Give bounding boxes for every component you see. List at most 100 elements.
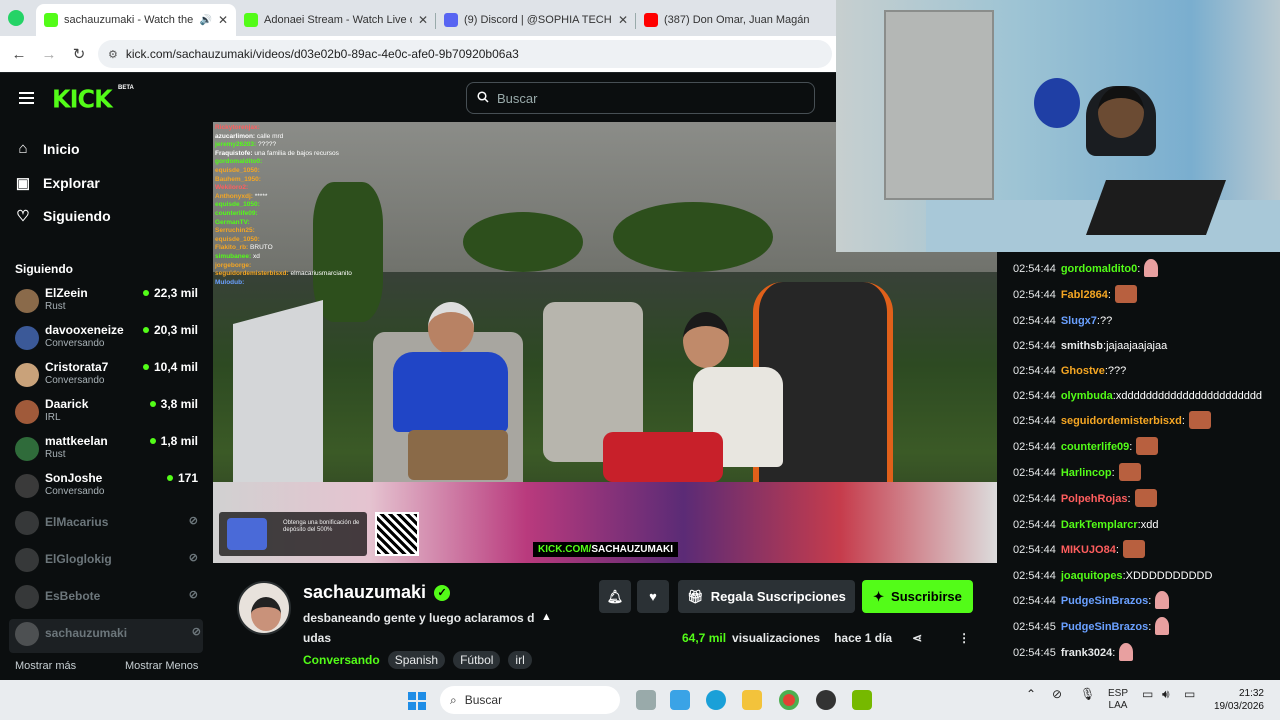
sidebar-channel-elzeein[interactable]: ElZeein Rust 22,3 mil	[15, 286, 200, 320]
video-person-left	[383, 302, 513, 482]
chrome-icon[interactable]	[779, 690, 799, 710]
chat-username[interactable]: Fabl2864	[1061, 288, 1108, 302]
taskbar-search[interactable]: ⌕ Buscar	[440, 686, 620, 714]
channel-name: Daarick	[45, 397, 89, 411]
steam-icon[interactable]	[816, 690, 836, 710]
sidebar-channel-davooxeneize[interactable]: davooxeneize Conversando 20,3 mil	[15, 323, 200, 357]
chat-username[interactable]: frank3024	[1061, 646, 1112, 660]
file-explorer-icon[interactable]	[742, 690, 762, 710]
task-view-icon[interactable]	[636, 690, 656, 710]
sidebar-channel-esbebote[interactable]: EsBebote ⊘	[15, 582, 200, 616]
tab-label: (9) Discord | @SOPHIA TECH P	[464, 14, 612, 26]
tag-chip[interactable]: Fútbol	[453, 651, 501, 669]
tag-chip[interactable]: irl	[508, 651, 532, 669]
sidebar-item-inicio[interactable]: ⌂ Inicio	[15, 140, 79, 157]
overlay-chat-line: Rickytorenjax:	[215, 124, 260, 131]
system-clock[interactable]: 21:32 19/03/2026	[1210, 687, 1264, 713]
chat-username[interactable]: PolpehRojas	[1061, 492, 1128, 506]
channel-category: Conversando	[45, 486, 105, 497]
chat-username[interactable]: seguidordemisterbisxd	[1061, 414, 1182, 428]
chat-timestamp: 02:54:44	[1013, 340, 1056, 352]
chat-message: 02:54:44 PudgeSinBrazos:	[1013, 591, 1268, 609]
streamer-name[interactable]: sachauzumaki ✓	[303, 582, 451, 603]
chat-username[interactable]: olymbuda	[1061, 389, 1113, 403]
app-icon[interactable]	[670, 690, 690, 710]
subscribe-button[interactable]: ✦ Suscribirse	[862, 580, 973, 613]
sidebar-channel-sachauzumaki[interactable]: sachauzumaki ⊘	[9, 619, 203, 653]
chat-panel: 02:54:44 gordomaldito0: 02:54:44 Fabl2864:…	[997, 252, 1280, 680]
wifi-icon[interactable]: ▭	[1142, 688, 1153, 700]
channel-category: Conversando	[45, 338, 105, 349]
reload-icon[interactable]: ↻	[68, 45, 90, 63]
speaker-icon[interactable]: 🔊	[199, 15, 211, 26]
chat-username[interactable]: Harlincop	[1061, 466, 1112, 480]
category-link[interactable]: Conversando	[303, 653, 380, 667]
chevron-up-icon[interactable]: ⌃	[1026, 688, 1036, 700]
nvidia-icon[interactable]	[852, 690, 872, 710]
microphone-icon[interactable]: 🎙︎	[1080, 688, 1095, 700]
chat-username[interactable]: PudgeSinBrazos	[1061, 594, 1148, 608]
promo-text: Obtenga una bonificación de depósito del…	[283, 520, 360, 533]
sidebar-item-label: Siguiendo	[43, 208, 111, 224]
sidebar-channel-sonjoshe[interactable]: SonJoshe Conversando 171	[15, 471, 200, 505]
tab-sachauzumaki[interactable]: sachauzumaki - Watch the V 🔊 ✕	[36, 4, 236, 36]
youtube-favicon-icon	[644, 13, 658, 27]
tab-adonaei[interactable]: Adonaei Stream - Watch Live o ✕	[236, 4, 436, 36]
chat-message: 02:54:44 Ghostve: ???	[1013, 364, 1127, 378]
viewer-count: 10,4 mil	[143, 360, 198, 374]
chat-message: 02:54:44 PolpehRojas:	[1013, 489, 1268, 507]
hamburger-menu-icon[interactable]	[19, 92, 34, 104]
sidebar-item-siguiendo[interactable]: ♡ Siguiendo	[15, 207, 111, 225]
notification-bell-button[interactable]: 🔔︎	[599, 580, 631, 613]
chat-username[interactable]: Ghostve	[1061, 364, 1105, 378]
sidebar-item-explorar[interactable]: ▣ Explorar	[15, 174, 100, 192]
avatar	[15, 363, 39, 387]
chat-username[interactable]: PudgeSinBrazos	[1061, 620, 1148, 634]
language-indicator[interactable]: ESP LAA	[1108, 688, 1128, 712]
chat-timestamp: 02:54:45	[1013, 647, 1056, 659]
chat-message: 02:54:45 PudgeSinBrazos:	[1013, 617, 1268, 635]
more-options-icon[interactable]: ⋮	[958, 631, 970, 645]
tab-youtube[interactable]: (387) Don Omar, Juan Magán	[636, 4, 836, 36]
whatsapp-pinned-tab-icon[interactable]	[8, 10, 24, 26]
emote-icon	[1136, 437, 1159, 455]
sidebar-channel-mattkeelan[interactable]: mattkeelan Rust 1,8 mil	[15, 434, 200, 468]
tab-discord[interactable]: (9) Discord | @SOPHIA TECH P ✕	[436, 4, 636, 36]
chat-message: 02:54:44 counterlife09:	[1013, 437, 1268, 455]
close-tab-icon[interactable]: ✕	[418, 13, 428, 27]
show-more-button[interactable]: Mostrar más	[15, 660, 76, 672]
chat-username[interactable]: DarkTemplarcr	[1061, 518, 1138, 532]
gift-subs-button[interactable]: 🎁︎ Regala Suscripciones	[678, 580, 855, 613]
follow-heart-button[interactable]: ♥	[637, 580, 669, 613]
chat-username[interactable]: counterlife09	[1061, 440, 1129, 454]
sidebar-channel-daarick[interactable]: Daarick IRL 3,8 mil	[15, 397, 200, 431]
sidebar-channel-cristorata7[interactable]: Cristorata7 Conversando 10,4 mil	[15, 360, 200, 394]
sidebar-channel-elmacarius[interactable]: ElMacarius ⊘	[15, 508, 200, 542]
network-off-icon[interactable]: ⊘	[1052, 688, 1062, 700]
url-field[interactable]: ⚙ kick.com/sachauzumaki/videos/d03e02b0-…	[98, 40, 832, 68]
kick-logo[interactable]: KICK	[52, 84, 113, 113]
share-icon[interactable]: ⋖	[912, 631, 922, 645]
chat-username[interactable]: smithsb	[1061, 339, 1103, 353]
show-less-button[interactable]: Mostrar Menos	[125, 660, 198, 672]
forward-arrow-icon[interactable]: →	[38, 46, 60, 63]
chevron-up-icon[interactable]: ▲	[541, 611, 552, 623]
chat-message: 02:54:44 Slugx7: ??	[1013, 314, 1113, 328]
sidebar-channel-elgloglokig[interactable]: ElGloglokig ⊘	[15, 545, 200, 579]
search-input[interactable]: Buscar	[466, 82, 815, 114]
back-arrow-icon[interactable]: ←	[8, 46, 30, 63]
volume-icon[interactable]: 🔊︎	[1162, 688, 1170, 700]
chat-username[interactable]: Slugx7	[1061, 314, 1097, 328]
chat-username[interactable]: MIKUJO84	[1061, 543, 1116, 557]
chat-username[interactable]: joaquitopes	[1061, 569, 1123, 583]
tag-chip[interactable]: Spanish	[387, 651, 446, 669]
edge-icon[interactable]	[706, 690, 726, 710]
streamer-avatar[interactable]	[237, 581, 291, 635]
close-tab-icon[interactable]: ✕	[218, 13, 228, 27]
address-bar-row: ← → ↻ ⚙ kick.com/sachauzumaki/videos/d03…	[0, 36, 836, 72]
chat-username[interactable]: gordomaldito0	[1061, 262, 1137, 276]
battery-icon[interactable]: ▭	[1184, 688, 1195, 700]
close-tab-icon[interactable]: ✕	[618, 13, 628, 27]
site-info-icon[interactable]: ⚙	[108, 48, 118, 61]
windows-start-icon[interactable]	[408, 692, 426, 710]
